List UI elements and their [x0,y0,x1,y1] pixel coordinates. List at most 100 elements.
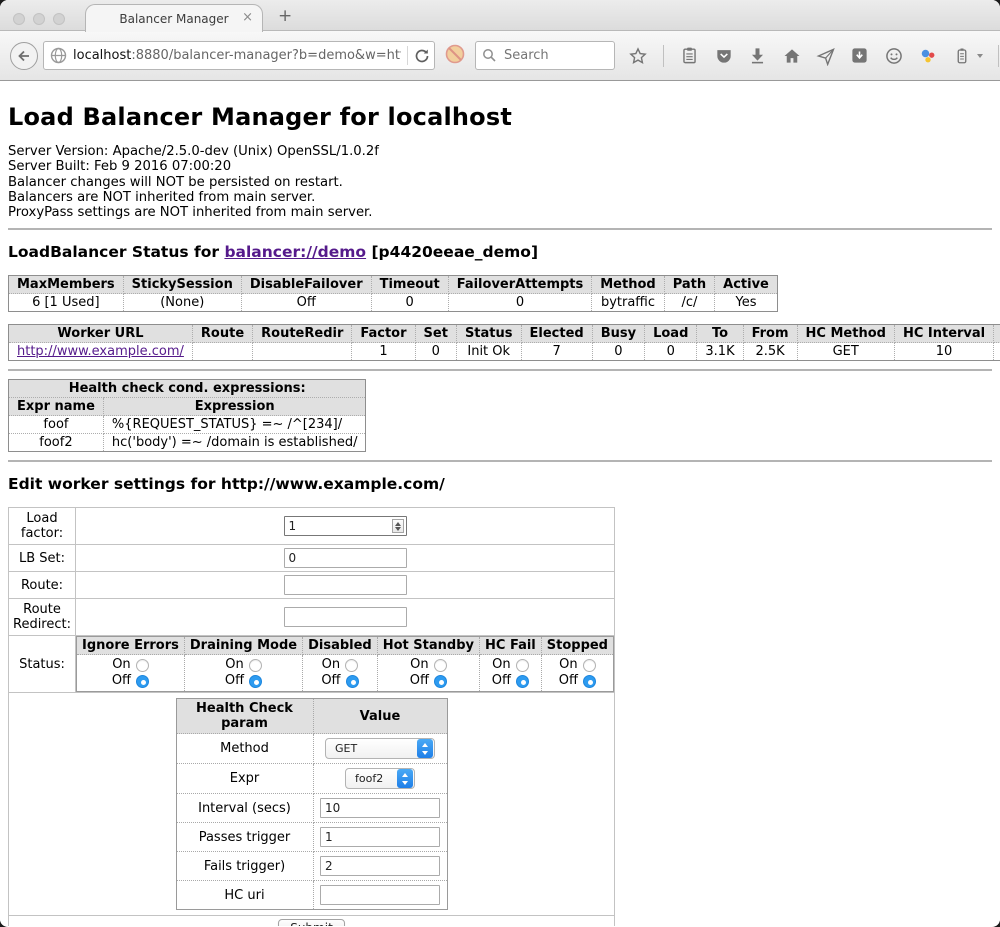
route-label: Route: [9,572,76,599]
worker-url-link[interactable]: http://www.example.com/ [17,344,184,359]
home-icon[interactable] [781,45,802,66]
server-version-line: Server Version: Apache/2.5.0-dev (Unix) … [8,144,992,159]
hc-passes-label: Passes trigger [176,823,313,852]
balancer-status-table: MaxMembers StickySession DisableFailover… [8,275,778,312]
select-stepper-icon [397,769,413,788]
search-input[interactable] [502,47,602,64]
hc-fails-row: Fails trigger) [176,852,447,881]
page-title: Load Balancer Manager for localhost [8,103,992,131]
worker-table: Worker URL Route RouteRedir Factor Set S… [8,324,1000,361]
search-icon [482,48,497,63]
hot-standby-off-radio[interactable] [434,675,447,688]
hc-method-row: Method GET [176,734,447,764]
route-row: Route: [9,572,615,599]
extension-download-icon[interactable] [849,45,870,66]
hc-fail-on-radio[interactable] [516,659,529,672]
edit-worker-form: Load factor: LB Set: Route: Route Redire… [8,507,615,926]
chevron-down-icon[interactable] [977,54,983,58]
zoom-window-button[interactable] [53,13,65,25]
url-bar[interactable]: localhost:8880/balancer-manager?b=demo&w… [43,41,435,70]
hc-fails-label: Fails trigger) [176,852,313,881]
status-label: Status: [9,636,76,693]
hc-passes-row: Passes trigger [176,823,447,852]
hot-standby-radio-group: On Off [377,655,479,692]
table-row: http://www.example.com/ 1 0 Init Ok 7 0 … [9,343,1000,361]
status-radios-row: On Off On Off On Off [77,655,614,692]
route-input[interactable] [284,575,407,595]
urlbar-divider [407,46,408,65]
health-check-param-table: Health Check param Value Method GET [176,698,448,910]
hc-interval-row: Interval (secs) [176,794,447,823]
back-button[interactable] [10,42,38,70]
new-tab-button[interactable]: + [278,8,292,25]
hc-expr-select[interactable]: foof2 [345,768,415,789]
hc-uri-input[interactable] [320,885,440,905]
divider [8,369,992,371]
draining-mode-radio-group: On Off [184,655,302,692]
hc-fails-input[interactable] [320,856,440,876]
hc-method-label: Method [176,734,313,764]
health-check-expressions-table: Health check cond. expressions: Expr nam… [8,379,366,452]
reload-icon[interactable] [414,48,430,64]
status-header-row: Ignore Errors Draining Mode Disabled Hot… [77,637,614,655]
hot-standby-on-radio[interactable] [434,659,447,672]
stopped-off-radio[interactable] [583,675,596,688]
minimize-window-button[interactable] [33,13,45,25]
divider [8,228,992,230]
disabled-on-radio[interactable] [345,659,358,672]
persist-notice-line: Balancer changes will NOT be persisted o… [8,175,992,190]
hc-uri-row: HC uri [176,881,447,910]
server-info: Server Version: Apache/2.5.0-dev (Unix) … [8,144,992,220]
pocket-icon[interactable] [713,45,734,66]
lb-set-row: LB Set: [9,545,615,572]
table-title-row: Health check cond. expressions: [9,380,366,398]
send-plane-icon[interactable] [815,45,836,66]
search-bar[interactable] [475,41,615,70]
balancers-notice-line: Balancers are NOT inherited from main se… [8,190,992,205]
server-built-line: Server Built: Feb 9 2016 07:00:20 [8,159,992,174]
hc-fail-off-radio[interactable] [516,675,529,688]
downloads-icon[interactable] [747,45,768,66]
divider [8,460,992,462]
stopped-on-radio[interactable] [583,659,596,672]
tab-close-icon[interactable]: × [242,11,253,24]
hc-expr-row: Expr foof2 [176,764,447,794]
ignore-errors-off-radio[interactable] [136,675,149,688]
hc-passes-input[interactable] [320,827,440,847]
number-spinner-icon[interactable] [392,519,404,533]
url-input[interactable]: localhost:8880/balancer-manager?b=demo&w… [73,48,401,63]
disabled-off-radio[interactable] [346,675,359,688]
balancer-demo-link[interactable]: balancer://demo [224,243,366,261]
hc-interval-label: Interval (secs) [176,794,313,823]
route-redirect-input[interactable] [284,607,407,627]
table-header-row: Worker URL Route RouteRedir Factor Set S… [9,325,1000,343]
lb-set-label: LB Set: [9,545,76,572]
bookmark-star-icon[interactable] [627,45,648,66]
disabled-radio-group: On Off [303,655,378,692]
battery-extension-icon[interactable] [951,45,972,66]
ignore-errors-on-radio[interactable] [136,659,149,672]
health-check-row: Health Check param Value Method GET [9,693,615,916]
content-block-icon[interactable] [444,43,466,69]
table-row: foof2 hc('body') =~ /domain is establish… [9,434,366,452]
hc-expr-label: Expr [176,764,313,794]
load-factor-label: Load factor: [9,508,76,545]
table-row: 6 [1 Used] (None) Off 0 0 bytraffic /c/ … [9,294,778,312]
colored-dots-extension-icon[interactable] [917,45,938,66]
draining-mode-on-radio[interactable] [249,659,262,672]
toolbar-divider [663,45,664,67]
close-window-button[interactable] [13,13,25,25]
tab-balancer-manager[interactable]: Balancer Manager × [85,4,263,32]
load-factor-input[interactable] [284,516,407,536]
reading-list-icon[interactable] [679,45,700,66]
toolbar-divider [998,45,999,67]
hc-method-select[interactable]: GET [325,738,435,759]
navigation-toolbar: localhost:8880/balancer-manager?b=demo&w… [0,31,1000,81]
lb-set-input[interactable] [284,548,407,568]
hc-uri-label: HC uri [176,881,313,910]
chat-smiley-icon[interactable] [883,45,904,66]
draining-mode-off-radio[interactable] [249,675,262,688]
toolbar-icons [627,45,1000,67]
hc-interval-input[interactable] [320,798,440,818]
submit-button[interactable]: Submit [278,919,345,926]
